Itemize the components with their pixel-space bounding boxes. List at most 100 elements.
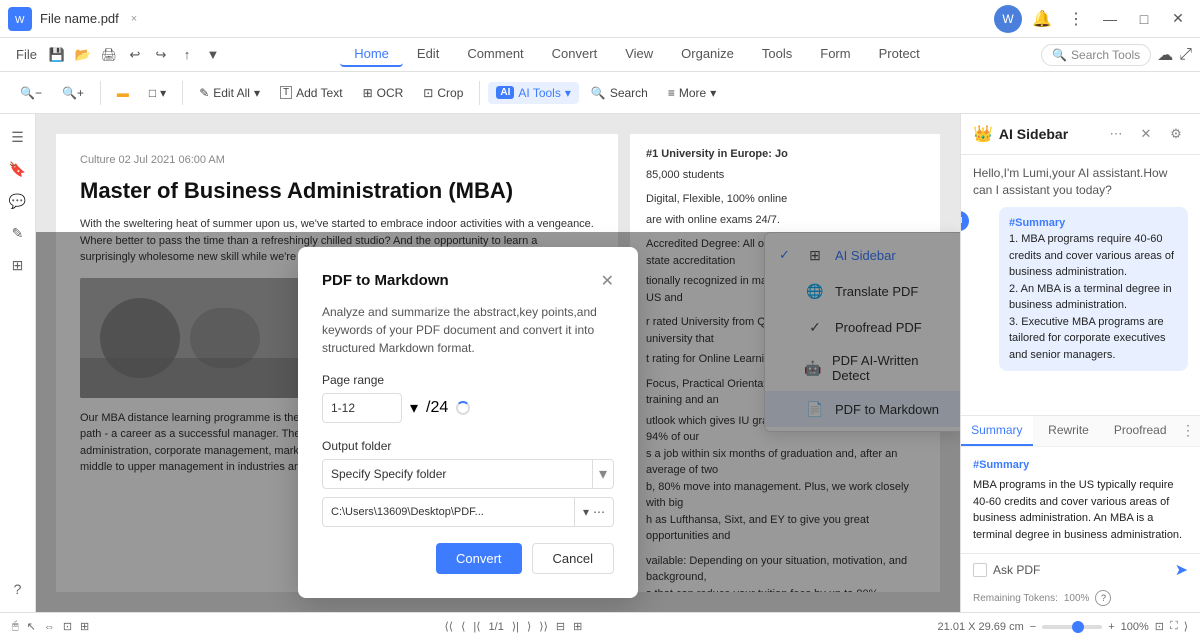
search-button[interactable]: 🔍 Search bbox=[583, 82, 656, 104]
page-indicator: 1/1 bbox=[489, 621, 504, 633]
tab-summary[interactable]: Summary bbox=[961, 416, 1033, 446]
sidebar-item-menu[interactable]: ☰ bbox=[3, 122, 33, 152]
sidebar-item-bookmark[interactable]: 🔖 bbox=[3, 154, 33, 184]
tab-edit[interactable]: Edit bbox=[403, 42, 453, 67]
close-tab-btn[interactable]: × bbox=[131, 13, 137, 25]
cancel-button[interactable]: Cancel bbox=[532, 543, 614, 574]
shape-button[interactable]: □ ▾ bbox=[141, 82, 174, 104]
bell-icon[interactable]: 🔔 bbox=[1028, 5, 1056, 33]
separator-3 bbox=[479, 81, 480, 105]
next-next-btn[interactable]: ⟩⟩ bbox=[539, 620, 548, 633]
ai-intro-text: Hello,I'm Lumi,your AI assistant.How can… bbox=[973, 165, 1188, 199]
line1: Digital, Flexible, 100% online bbox=[646, 191, 924, 208]
ask-pdf-checkbox[interactable] bbox=[973, 563, 987, 577]
maximize-button[interactable]: □ bbox=[1130, 5, 1158, 33]
highlight-button[interactable]: ▬ bbox=[109, 82, 137, 104]
redo-icon[interactable]: ↪ bbox=[149, 43, 173, 67]
print-icon[interactable]: 🖨 bbox=[97, 43, 121, 67]
tab-proofread[interactable]: Proofread bbox=[1104, 416, 1176, 446]
fit-width-icon[interactable]: ⊡ bbox=[1155, 620, 1164, 633]
sidebar-item-comment[interactable]: 💬 bbox=[3, 186, 33, 216]
zoom-in-status[interactable]: + bbox=[1108, 621, 1114, 633]
edit-all-button[interactable]: ✎ Edit All ▾ bbox=[191, 82, 268, 104]
last-btn[interactable]: ⟩| bbox=[512, 620, 519, 633]
path-input[interactable] bbox=[322, 497, 574, 527]
title-bar: W File name.pdf × W 🔔 ⋮ — □ ✕ bbox=[0, 0, 1200, 38]
ocr-icon: ⊞ bbox=[363, 86, 373, 100]
zoom-slider[interactable] bbox=[1042, 625, 1102, 629]
fullscreen-status[interactable]: ⛶ bbox=[1170, 620, 1178, 633]
modal-close-button[interactable]: ✕ bbox=[601, 271, 614, 291]
first-btn[interactable]: |⟨ bbox=[473, 620, 480, 633]
add-text-button[interactable]: T Add Text bbox=[272, 82, 351, 104]
ai-input-row: Ask PDF ➤ bbox=[961, 553, 1200, 586]
tab-view[interactable]: View bbox=[611, 42, 667, 67]
ai-tools-button[interactable]: AI AI Tools ▾ bbox=[488, 82, 579, 104]
folder-caret-icon[interactable]: ▾ bbox=[592, 460, 613, 488]
save-icon[interactable]: 💾 bbox=[45, 43, 69, 67]
app-icon: W bbox=[8, 7, 32, 31]
user-avatar[interactable]: W bbox=[994, 5, 1022, 33]
tab-home[interactable]: Home bbox=[340, 42, 403, 67]
tab-rewrite[interactable]: Rewrite bbox=[1033, 416, 1105, 446]
share-icon[interactable]: ↑ bbox=[175, 43, 199, 67]
path-browse-button[interactable]: ▾ ⋯ bbox=[574, 497, 614, 527]
more-button[interactable]: ≡ More ▾ bbox=[660, 82, 724, 104]
tab-comment[interactable]: Comment bbox=[453, 42, 537, 67]
menu-icons: 💾 📂 🖨 ↩ ↪ ↑ ▼ bbox=[45, 43, 225, 67]
modal-title: PDF to Markdown bbox=[322, 272, 449, 289]
prev-btn[interactable]: ⟨ bbox=[461, 620, 465, 633]
zoom-in-button[interactable]: 🔍+ bbox=[54, 82, 92, 104]
tab-protect[interactable]: Protect bbox=[865, 42, 934, 67]
open-icon[interactable]: 📂 bbox=[71, 43, 95, 67]
ai-tabs-more[interactable]: ⋮ bbox=[1176, 416, 1200, 446]
ai-tabs: Summary Rewrite Proofread ⋮ bbox=[961, 415, 1200, 446]
dimensions-text: 21.01 X 29.69 cm bbox=[938, 621, 1024, 633]
dropdown-icon[interactable]: ▼ bbox=[201, 43, 225, 67]
ai-response-tag: #Summary bbox=[973, 457, 1188, 474]
tab-form[interactable]: Form bbox=[806, 42, 864, 67]
ai-header-more[interactable]: ⋯ bbox=[1104, 122, 1128, 146]
status-center: ⟨⟨ ⟨ |⟨ 1/1 ⟩| ⟩ ⟩⟩ ⊟ ⊞ bbox=[89, 620, 937, 633]
modal-header: PDF to Markdown ✕ bbox=[322, 271, 614, 291]
ask-pdf-label: Ask PDF bbox=[993, 563, 1169, 577]
help-icon[interactable]: ? bbox=[1095, 590, 1111, 606]
main-area: ☰ 🔖 💬 ✎ ⊞ ? Culture 02 Jul 2021 06:00 AM… bbox=[0, 114, 1200, 612]
ai-response-text: MBA programs in the US typically require… bbox=[973, 477, 1188, 543]
cloud-upload-icon[interactable]: ☁ bbox=[1157, 45, 1173, 65]
page-range-label: Page range bbox=[322, 373, 614, 387]
zoom-out-button[interactable]: 🔍− bbox=[12, 82, 50, 104]
ai-close-button[interactable]: ✕ bbox=[1134, 122, 1158, 146]
folder-select[interactable]: Specify Specify folder ▾ bbox=[322, 459, 614, 489]
sidebar-item-edit[interactable]: ✎ bbox=[3, 218, 33, 248]
zoom-out-status[interactable]: − bbox=[1030, 621, 1036, 633]
ai-chat-area: Hello,I'm Lumi,your AI assistant.How can… bbox=[961, 155, 1200, 415]
undo-icon[interactable]: ↩ bbox=[123, 43, 147, 67]
next-btn[interactable]: ⟩ bbox=[527, 620, 531, 633]
ocr-button[interactable]: ⊞ OCR bbox=[355, 82, 412, 104]
tab-tools[interactable]: Tools bbox=[748, 42, 806, 67]
minimize-button[interactable]: — bbox=[1096, 5, 1124, 33]
search-icon: 🔍 bbox=[591, 86, 606, 100]
page-range-input[interactable] bbox=[322, 393, 402, 423]
crop-icon: ⊡ bbox=[423, 86, 433, 100]
send-button[interactable]: ➤ bbox=[1175, 560, 1188, 580]
sidebar-item-grid[interactable]: ⊞ bbox=[3, 250, 33, 280]
sidebar-item-help[interactable]: ? bbox=[3, 574, 33, 604]
close-button[interactable]: ✕ bbox=[1164, 5, 1192, 33]
crop-button[interactable]: ⊡ Crop bbox=[415, 82, 471, 104]
ai-settings-icon[interactable]: ⚙ bbox=[1164, 122, 1188, 146]
ai-msg1-line3: 3. Executive MBA programs are tailored f… bbox=[1009, 314, 1178, 364]
menu-file[interactable]: File bbox=[8, 43, 45, 66]
tab-organize[interactable]: Organize bbox=[667, 42, 748, 67]
svg-text:W: W bbox=[15, 15, 25, 26]
more-options-icon[interactable]: ⋮ bbox=[1062, 5, 1090, 33]
expand-icon[interactable]: ⤢ bbox=[1179, 46, 1192, 64]
menu-bar: File 💾 📂 🖨 ↩ ↪ ↑ ▼ Home Edit Comment Con… bbox=[0, 38, 1200, 72]
badge-text: #1 University in Europe: Jo bbox=[646, 146, 924, 163]
convert-button[interactable]: Convert bbox=[436, 543, 522, 574]
prev-prev-btn[interactable]: ⟨⟨ bbox=[444, 620, 453, 633]
tab-convert[interactable]: Convert bbox=[538, 42, 612, 67]
arrows-right[interactable]: ⟩ bbox=[1184, 620, 1188, 633]
search-tools-button[interactable]: 🔍 Search Tools bbox=[1041, 44, 1151, 66]
